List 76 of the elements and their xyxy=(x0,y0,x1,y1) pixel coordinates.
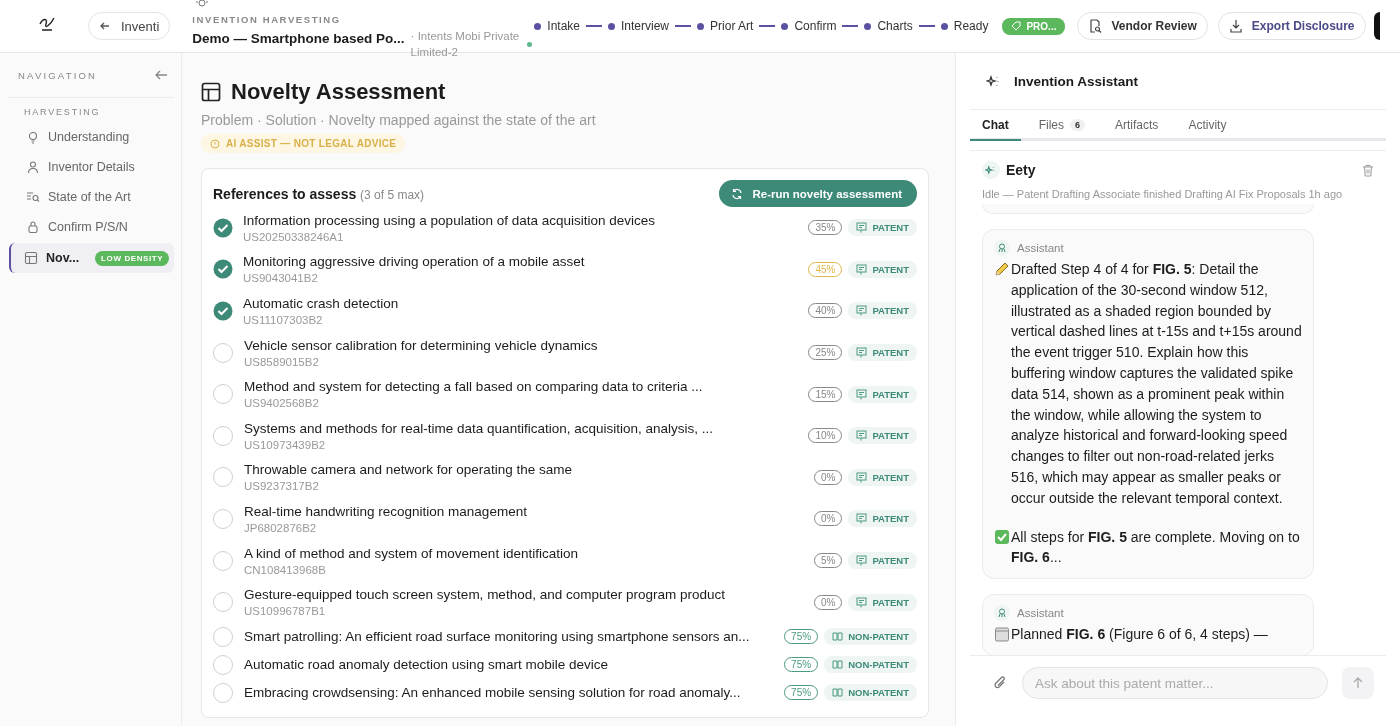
reference-number: CN108413968B xyxy=(244,563,327,576)
reference-title: Information processing using a population of data acquisition devices xyxy=(243,212,656,228)
type-badge: PATENT xyxy=(848,302,917,320)
export-button[interactable]: Export Disclosure xyxy=(1217,12,1366,40)
review-button[interactable]: Vendor Review xyxy=(1077,12,1208,40)
reference-number: US11107303B2 xyxy=(243,314,324,326)
reference-title: Real-time handwriting recognition management xyxy=(244,503,528,519)
reference-title: Monitoring aggressive driving operation of a mobile asset xyxy=(243,254,586,270)
reference-number: US10973439B2 xyxy=(244,438,327,451)
type-badge: PATENT xyxy=(848,260,917,278)
count-badge: 6 xyxy=(1070,119,1086,131)
reference-title: Method and system for detecting a fall based on comparing data to criteria ... xyxy=(244,379,704,395)
type-badge: PATENT xyxy=(848,468,917,486)
agent-name: Eety xyxy=(1006,162,1037,178)
tab[interactable]: Artifacts xyxy=(1103,110,1171,141)
type-badge: NON-PATENT xyxy=(824,656,917,674)
reference-title: Systems and methods for real-time data quantification, acquisition, analysis, ... xyxy=(244,420,714,436)
breadcrumb: INVENTION HARVESTING xyxy=(192,14,342,25)
page-subtitle: Problem · Solution · Novelty mapped against the state of the art xyxy=(201,112,597,128)
type-badge: PATENT xyxy=(848,552,917,570)
tab[interactable]: Chat xyxy=(970,110,1021,141)
company-name: · Intents Mobi Private Limited-2 xyxy=(410,29,521,60)
progress-step[interactable]: Charts xyxy=(864,19,913,33)
type-badge: PATENT xyxy=(848,510,917,528)
back-button[interactable]: Inventi xyxy=(88,12,171,40)
reference-number: US8589015B2 xyxy=(244,355,320,368)
progress-step[interactable]: Intake xyxy=(534,19,580,33)
nav-item[interactable]: Nov... LOW DENSITY xyxy=(9,243,174,273)
progress-step[interactable]: Prior Art xyxy=(697,19,754,33)
reference-title: Automatic crash detection xyxy=(243,296,400,311)
reference-title: Automatic road anomaly detection using smart mobile device xyxy=(244,657,609,673)
panel-title: Invention Assistant xyxy=(1014,73,1139,89)
progress-step[interactable]: Interview xyxy=(608,19,670,33)
reference-title: Smart patrolling: An efficient road surface monitoring using smartphone sensors an... xyxy=(244,629,751,645)
message-text: Drafted Step 4 of 4 for FIG. 5: Detail the application of the 30-second window 512, illustrated as a shaded region bounded by vertical dashed lines at t-15s and t+15s around the event trigger 510. Explain how this buffering window captures the validated spike data 514, shown as a prominent peak within the window, while allowing the system to analyze historical and forward-looking speed changes to filter out non-road-related jerks 516, which may appear as smaller peaks or occur outside the relevant temporal context. xyxy=(1011,260,1302,508)
nav-item[interactable]: Understanding xyxy=(9,122,174,152)
navigation-heading: NAVIGATION xyxy=(18,69,98,81)
section-heading: HARVESTING xyxy=(23,106,102,119)
reference-title: Throwable camera and network for operating the same xyxy=(244,462,573,478)
message-text: Planned FIG. 6 (Figure 6 of 6, 4 steps) — xyxy=(1011,625,1269,645)
reference-title: Embracing crowdsensing: An enhanced mobile sensing solution for road anomaly... xyxy=(244,685,742,701)
type-badge: NON-PATENT xyxy=(824,684,917,702)
reference-number: US9402568B2 xyxy=(244,397,320,410)
reference-number: US10996787B1 xyxy=(244,605,327,618)
nav-item[interactable]: State of the Art xyxy=(9,182,174,212)
type-badge: PATENT xyxy=(848,219,917,237)
project-title: Demo — Smartphone based Po... xyxy=(192,31,405,46)
message-author: Assistant xyxy=(1017,607,1064,620)
nav-item[interactable]: Inventor Details xyxy=(9,152,174,182)
reference-title: Gesture-equipped touch screen system, method, and computer program product xyxy=(244,587,726,603)
status-badge: PRO... xyxy=(1002,17,1066,35)
rerun-button[interactable]: Re-run novelty assessment xyxy=(719,180,917,207)
message-author: Assistant xyxy=(1017,242,1064,254)
card-title: References to assess (3 of 5 max) xyxy=(213,185,425,202)
type-badge: NON-PATENT xyxy=(824,628,917,646)
reference-title: A kind of method and system of movement identification xyxy=(244,545,579,561)
progress-step[interactable]: Ready xyxy=(940,19,989,33)
type-badge: PATENT xyxy=(848,593,917,611)
message-input[interactable]: Ask about this patent matter... xyxy=(1022,667,1328,699)
reference-number: US20250338246A1 xyxy=(243,230,345,243)
type-badge: PATENT xyxy=(848,344,917,362)
message-text: All steps for FIG. 5 are complete. Moving on to FIG. 6... xyxy=(1011,527,1301,568)
type-badge: PATENT xyxy=(848,385,917,403)
type-badge: PATENT xyxy=(848,427,917,445)
density-badge: LOW DENSITY xyxy=(95,250,170,266)
page-title: Novelty Assessment xyxy=(231,79,446,105)
reference-number: US9043041B2 xyxy=(243,272,319,285)
tab[interactable]: Files 6 xyxy=(1026,110,1098,141)
tab[interactable]: Activity xyxy=(1176,110,1239,141)
agent-status: Idle — Patent Drafting Associate finished Drafting AI Fix Proposals 1h ago xyxy=(982,188,1344,200)
reference-number: JP6802876B2 xyxy=(244,521,318,534)
reference-title: Vehicle sensor calibration for determining vehicle dynamics xyxy=(244,337,599,353)
nav-item[interactable]: Confirm P/S/N xyxy=(9,212,174,242)
disclaimer-badge: AI ASSIST — NOT LEGAL ADVICE xyxy=(201,134,406,153)
reference-number: US9237317B2 xyxy=(244,480,320,493)
progress-step[interactable]: Confirm xyxy=(781,19,837,33)
